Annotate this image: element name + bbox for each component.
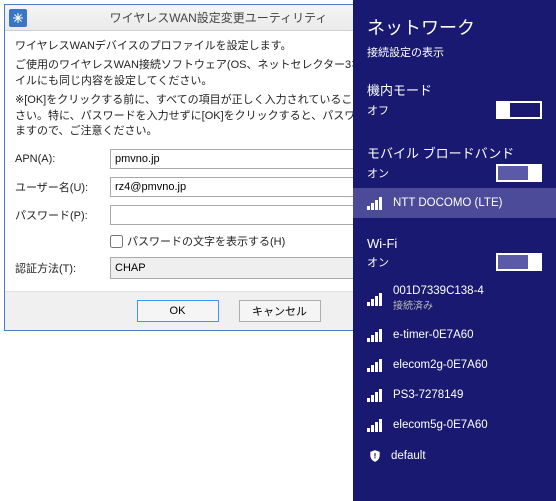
wifi-item[interactable]: default [353, 440, 556, 472]
window-title: ワイヤレスWAN設定変更ユーティリティ [31, 9, 406, 26]
wifi-item-status: 接続済み [393, 297, 484, 312]
wifi-item[interactable]: 001D7339C138-4 接続済み [353, 277, 556, 320]
cancel-button[interactable]: キャンセル [239, 300, 321, 322]
show-password-label: パスワードの文字を表示する(H) [127, 233, 285, 249]
wifi-item[interactable]: e-timer-0E7A60 [353, 320, 556, 350]
shield-warning-icon [367, 448, 383, 464]
wifi-item-name: elecom2g-0E7A60 [393, 359, 488, 371]
airplane-mode-title: 機内モード [353, 74, 556, 101]
airplane-mode-state: オフ [367, 102, 389, 118]
wifi-state: オン [367, 254, 389, 270]
wifi-signal-icon [367, 292, 385, 306]
wifi-signal-icon [367, 328, 385, 342]
network-heading: ネットワーク [353, 14, 556, 44]
wifi-item-name: PS3-7278149 [393, 389, 463, 401]
wifi-item-name: default [391, 450, 426, 462]
broadband-item[interactable]: NTT DOCOMO (LTE) [353, 188, 556, 218]
wifi-item-name: elecom5g-0E7A60 [393, 419, 488, 431]
password-label: パスワード(P): [15, 207, 110, 223]
apn-label: APN(A): [15, 153, 110, 165]
username-label: ユーザー名(U): [15, 179, 110, 195]
wifi-item[interactable]: elecom2g-0E7A60 [353, 350, 556, 380]
wifi-signal-icon [367, 358, 385, 372]
show-password-checkbox[interactable] [110, 235, 123, 248]
ok-button[interactable]: OK [137, 300, 219, 322]
wifi-toggle[interactable] [496, 253, 542, 271]
broadband-item-name: NTT DOCOMO (LTE) [393, 197, 502, 209]
view-settings-link[interactable]: 接続設定の表示 [353, 44, 556, 74]
auth-label: 認証方法(T): [15, 260, 110, 276]
wifi-signal-icon [367, 388, 385, 402]
mobile-broadband-state: オン [367, 165, 389, 181]
wifi-title: Wi-Fi [353, 230, 556, 253]
mobile-broadband-toggle[interactable] [496, 164, 542, 182]
signal-icon [367, 196, 385, 210]
app-icon [9, 9, 27, 27]
network-flyout: ネットワーク 接続設定の表示 機内モード オフ モバイル ブロードバンド オン … [353, 0, 556, 501]
wifi-item[interactable]: PS3-7278149 [353, 380, 556, 410]
wifi-item[interactable]: elecom5g-0E7A60 [353, 410, 556, 440]
wifi-signal-icon [367, 418, 385, 432]
wifi-item-name: e-timer-0E7A60 [393, 329, 474, 341]
mobile-broadband-title: モバイル ブロードバンド [353, 137, 556, 164]
wifi-item-name: 001D7339C138-4 [393, 285, 484, 297]
airplane-mode-toggle[interactable] [496, 101, 542, 119]
